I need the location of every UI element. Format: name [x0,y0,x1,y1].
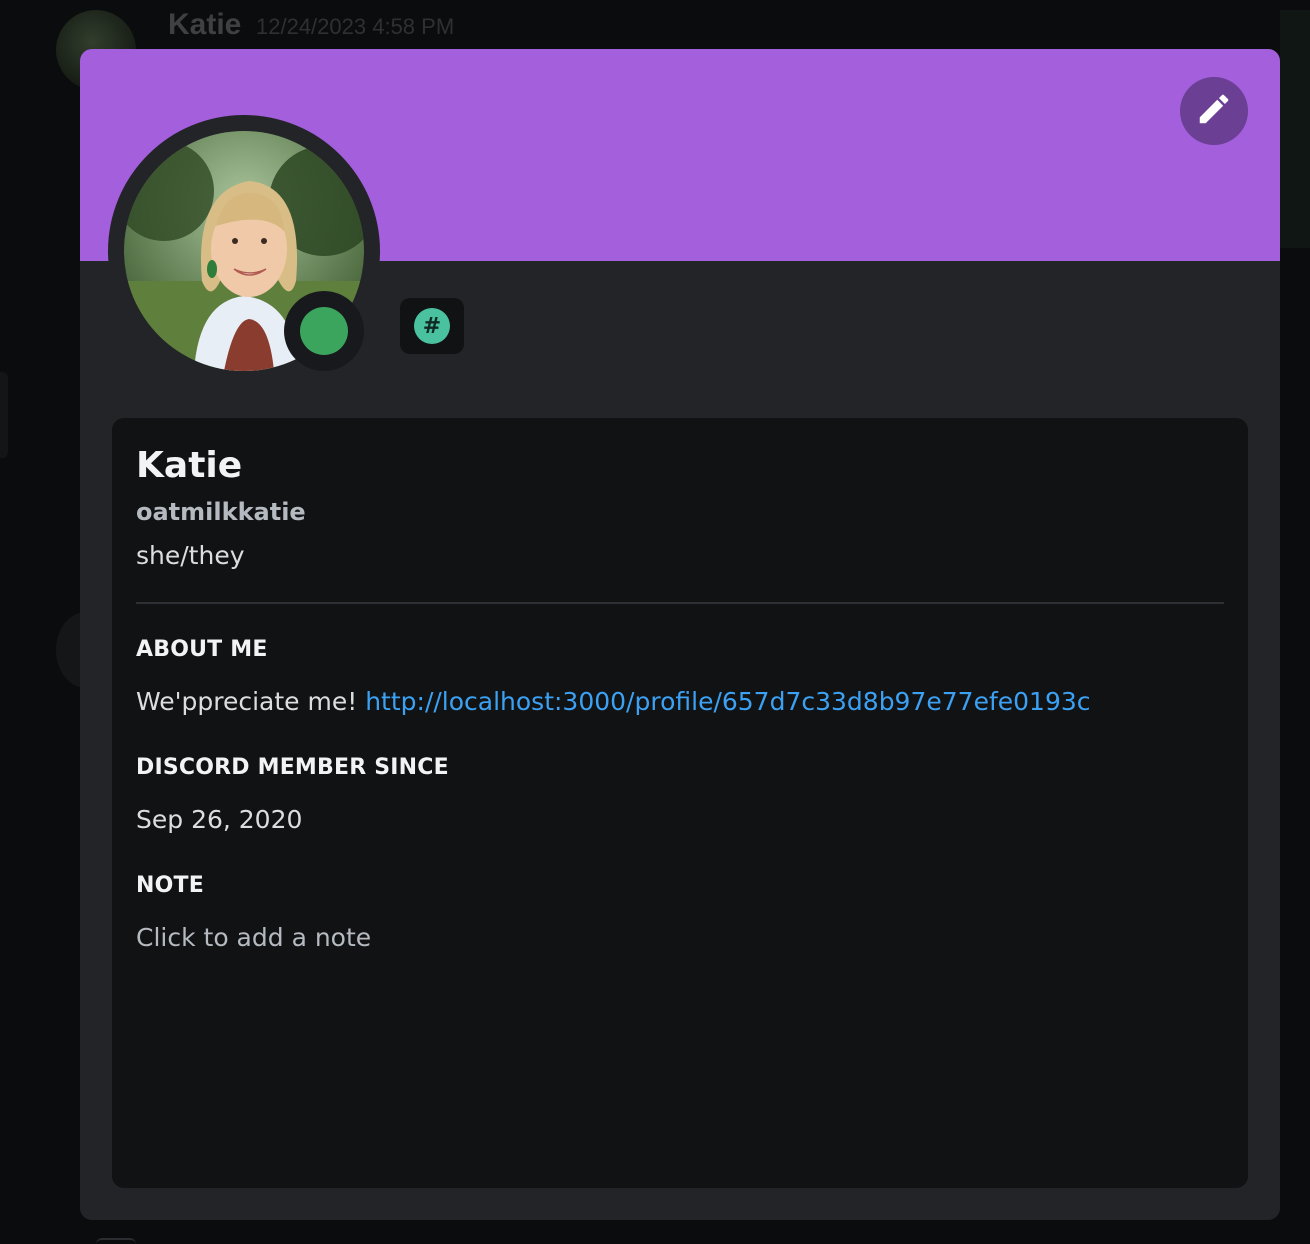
note-heading: NOTE [136,873,204,898]
avatar-frame [108,115,380,387]
member-since-heading: DISCORD MEMBER SINCE [136,755,449,780]
status-indicator [284,291,364,371]
online-status-dot [300,307,348,355]
background-left-panel [0,372,8,458]
note-input[interactable] [136,920,736,956]
background-author-name: Katie [168,8,242,41]
about-me-body: We'ppreciate me! [136,687,366,716]
background-timestamp: 12/24/2023 4:58 PM [256,14,455,39]
profile-badge[interactable]: # [400,298,464,354]
username: oatmilkkatie [136,498,306,526]
about-me-heading: ABOUT ME [136,637,268,662]
edit-profile-button[interactable] [1180,77,1248,145]
hashtag-icon: # [414,308,450,344]
pronouns: she/they [136,541,245,570]
member-since-date: Sep 26, 2020 [136,805,303,834]
user-profile-modal: # Katie oatmilkkatie she/they ABOUT ME W… [80,49,1280,1220]
background-bottom-edge [96,1238,136,1244]
profile-info-card: Katie oatmilkkatie she/they ABOUT ME We'… [112,418,1248,1188]
profile-link[interactable]: http://localhost:3000/profile/657d7c33d8… [365,687,1090,716]
pencil-icon [1195,90,1233,132]
background-right-panel [1280,10,1310,248]
about-me-text: We'ppreciate me! http://localhost:3000/p… [136,684,1224,720]
divider [136,602,1224,604]
display-name: Katie [136,445,243,486]
